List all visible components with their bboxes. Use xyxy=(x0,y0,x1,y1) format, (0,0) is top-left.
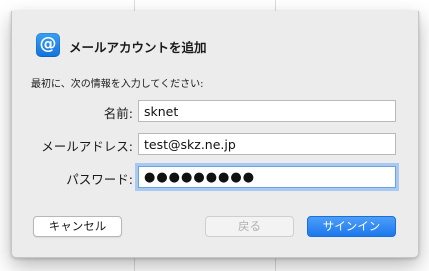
name-field[interactable] xyxy=(138,100,396,122)
password-field[interactable] xyxy=(138,166,396,188)
password-row: パスワード: xyxy=(12,166,418,188)
email-label: メールアドレス: xyxy=(41,139,133,154)
cancel-button[interactable]: キャンセル xyxy=(33,216,122,237)
password-label: パスワード: xyxy=(66,172,133,187)
mail-at-icon: @ xyxy=(36,33,60,57)
name-label: 名前: xyxy=(103,106,133,121)
back-button[interactable]: 戻る xyxy=(205,216,294,237)
add-mail-account-sheet: @ メールアカウントを追加 最初に、次の情報を入力してください: 名前: メール… xyxy=(11,11,419,258)
email-field[interactable] xyxy=(138,133,396,155)
name-row: 名前: xyxy=(12,100,418,122)
intro-text: 最初に、次の情報を入力してください: xyxy=(31,79,204,90)
email-row: メールアドレス: xyxy=(12,133,418,155)
dialog-title: メールアカウントを追加 xyxy=(69,40,207,55)
sign-in-button[interactable]: サインイン xyxy=(307,216,396,237)
